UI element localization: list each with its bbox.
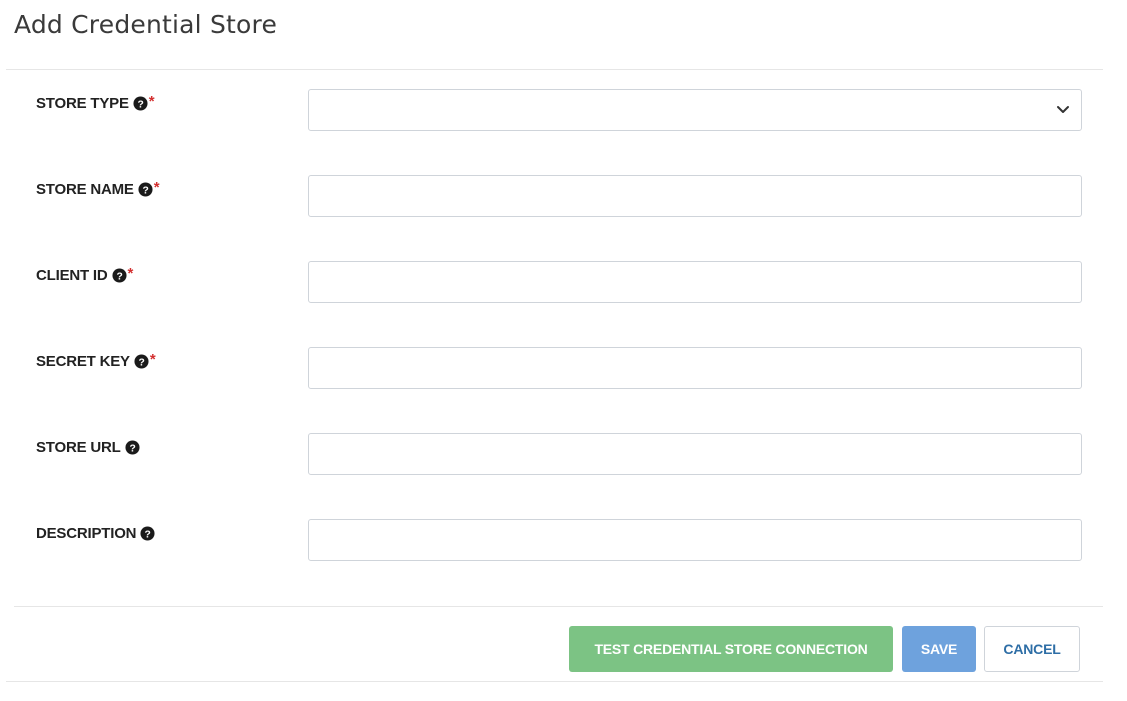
store-type-label-text: STORE TYPE (36, 95, 129, 112)
question-circle-icon[interactable]: ? (125, 440, 140, 455)
page-title: Add Credential Store (14, 10, 278, 39)
required-marker: * (149, 351, 156, 368)
description-input[interactable] (308, 519, 1082, 561)
secret-key-label: SECRET KEY ? * (36, 351, 156, 370)
svg-text:?: ? (137, 99, 143, 110)
store-name-label: STORE NAME ? * (36, 179, 160, 198)
question-circle-icon[interactable]: ? (138, 182, 153, 197)
client-id-label-text: CLIENT ID (36, 267, 108, 284)
header-divider (6, 69, 1103, 70)
bottom-divider (6, 681, 1103, 682)
test-connection-button[interactable]: TEST CREDENTIAL STORE CONNECTION (569, 626, 893, 672)
svg-text:?: ? (116, 271, 122, 282)
form-row-secret-key: SECRET KEY ? * (0, 347, 1127, 391)
client-id-input[interactable] (308, 261, 1082, 303)
question-circle-icon[interactable]: ? (112, 268, 127, 283)
svg-text:?: ? (145, 529, 151, 540)
client-id-label: CLIENT ID ? * (36, 265, 134, 284)
secret-key-input[interactable] (308, 347, 1082, 389)
store-url-label-text: STORE URL (36, 439, 121, 456)
add-credential-store-page: Add Credential Store STORE TYPE ? * STOR… (0, 0, 1127, 701)
cancel-button[interactable]: CANCEL (984, 626, 1080, 672)
svg-text:?: ? (129, 443, 135, 454)
store-type-select[interactable] (308, 89, 1082, 131)
description-label: DESCRIPTION ? (36, 525, 155, 542)
store-type-label: STORE TYPE ? * (36, 93, 155, 112)
secret-key-label-text: SECRET KEY (36, 353, 130, 370)
form-row-store-name: STORE NAME ? * (0, 175, 1127, 219)
required-marker: * (148, 93, 155, 110)
question-circle-icon[interactable]: ? (140, 526, 155, 541)
question-circle-icon[interactable]: ? (134, 354, 149, 369)
required-marker: * (153, 179, 160, 196)
store-name-label-text: STORE NAME (36, 181, 134, 198)
store-url-input[interactable] (308, 433, 1082, 475)
form-row-store-url: STORE URL ? (0, 433, 1127, 477)
store-url-label: STORE URL ? (36, 439, 140, 456)
save-button[interactable]: SAVE (902, 626, 976, 672)
svg-text:?: ? (142, 185, 148, 196)
chevron-down-icon[interactable] (1056, 102, 1070, 116)
form-row-description: DESCRIPTION ? (0, 519, 1127, 563)
footer-divider (14, 606, 1103, 607)
svg-text:?: ? (138, 357, 144, 368)
description-label-text: DESCRIPTION (36, 525, 137, 542)
form-row-store-type: STORE TYPE ? * (0, 89, 1127, 133)
store-name-input[interactable] (308, 175, 1082, 217)
required-marker: * (127, 265, 134, 282)
question-circle-icon[interactable]: ? (133, 96, 148, 111)
form-row-client-id: CLIENT ID ? * (0, 261, 1127, 305)
